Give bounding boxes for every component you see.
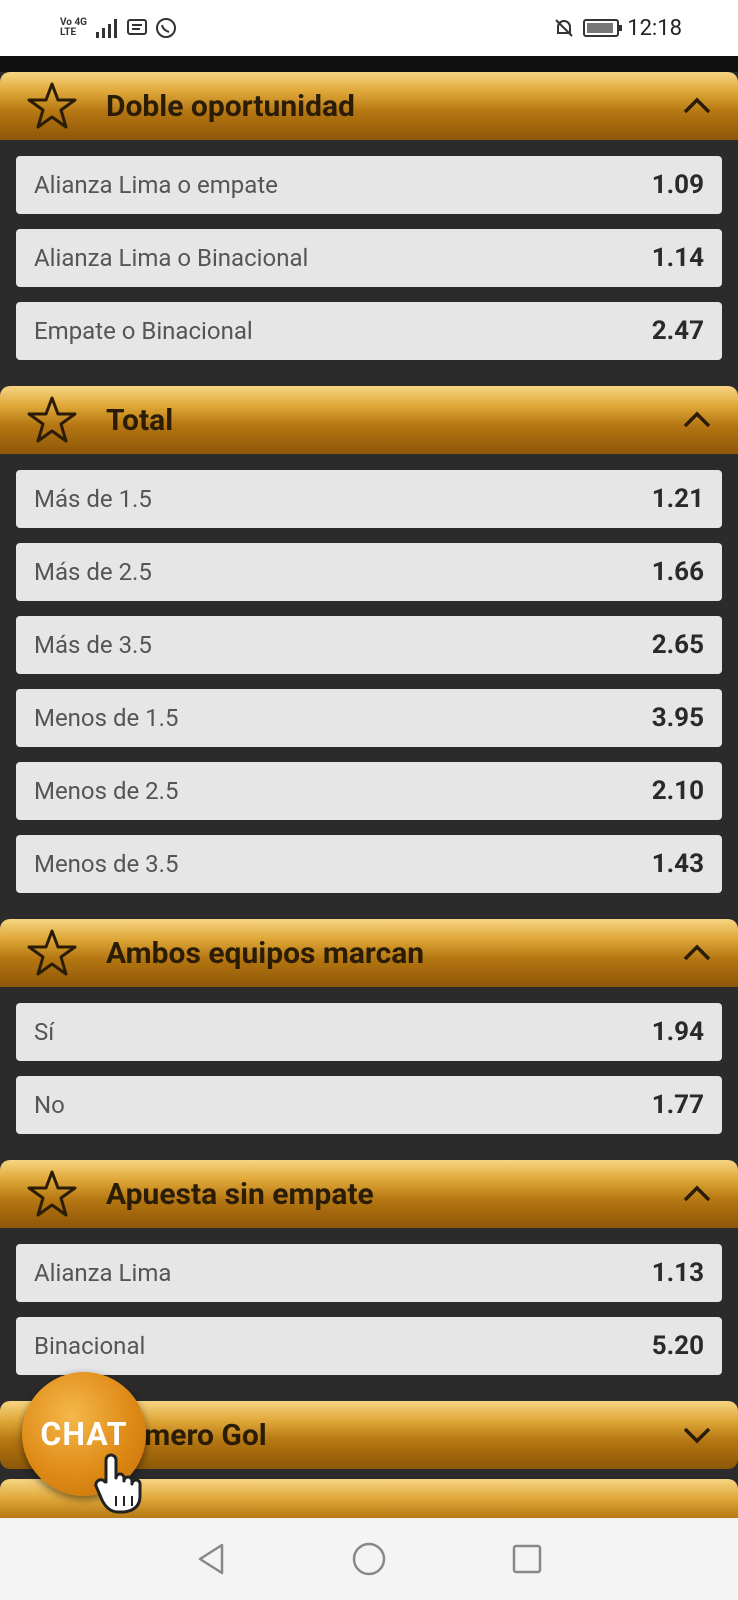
odds-label: Empate o Binacional: [34, 317, 253, 345]
odds-value: 3.95: [651, 703, 704, 733]
status-right: 12:18: [553, 16, 682, 41]
market-section-doble-oportunidad: Doble oportunidad Alianza Lima o empate …: [0, 72, 738, 376]
odds-value: 1.14: [651, 243, 704, 273]
odds-row[interactable]: Más de 3.5 2.65: [16, 616, 722, 674]
odds-label: Alianza Lima o Binacional: [34, 244, 309, 272]
clock: 12:18: [627, 15, 682, 41]
odds-label: Menos de 1.5: [34, 704, 179, 732]
section-title: Doble oportunidad: [106, 88, 355, 124]
recents-icon[interactable]: [508, 1540, 546, 1578]
section-header[interactable]: Apuesta sin empate: [0, 1160, 738, 1228]
section-body: Alianza Lima o empate 1.09 Alianza Lima …: [0, 140, 738, 376]
odds-label: Alianza Lima: [34, 1259, 172, 1287]
odds-row[interactable]: Más de 2.5 1.66: [16, 543, 722, 601]
odds-value: 2.47: [651, 316, 704, 346]
odds-value: 1.09: [651, 170, 704, 200]
odds-label: Alianza Lima o empate: [34, 171, 278, 199]
chevron-down-icon[interactable]: [680, 1418, 714, 1452]
odds-value: 1.94: [651, 1017, 704, 1047]
market-section-apuesta-sin-empate: Apuesta sin empate Alianza Lima 1.13 Bin…: [0, 1160, 738, 1391]
chevron-up-icon[interactable]: [680, 403, 714, 437]
signal-icon: [96, 19, 117, 38]
odds-label: No: [34, 1091, 65, 1119]
top-strip: [0, 56, 738, 72]
odds-row[interactable]: Menos de 1.5 3.95: [16, 689, 722, 747]
odds-label: Sí: [34, 1018, 55, 1046]
odds-row[interactable]: Alianza Lima o empate 1.09: [16, 156, 722, 214]
section-header[interactable]: Doble oportunidad: [0, 72, 738, 140]
odds-row[interactable]: Menos de 3.5 1.43: [16, 835, 722, 893]
odds-value: 1.43: [651, 849, 704, 879]
odds-value: 1.13: [651, 1258, 704, 1288]
odds-row[interactable]: Alianza Lima 1.13: [16, 1244, 722, 1302]
section-body: Más de 1.5 1.21 Más de 2.5 1.66 Más de 3…: [0, 454, 738, 909]
bell-muted-icon: [555, 19, 573, 37]
odds-value: 1.66: [651, 557, 704, 587]
star-favorite-icon[interactable]: [26, 1168, 78, 1220]
section-body: Sí 1.94 No 1.77: [0, 987, 738, 1150]
section-body: Alianza Lima 1.13 Binacional 5.20: [0, 1228, 738, 1391]
chevron-up-icon[interactable]: [680, 89, 714, 123]
market-section-ambos-equipos-marcan: Ambos equipos marcan Sí 1.94 No 1.77: [0, 919, 738, 1150]
markets-list[interactable]: Doble oportunidad Alianza Lima o empate …: [0, 56, 738, 1518]
odds-row[interactable]: Sí 1.94: [16, 1003, 722, 1061]
odds-label: Más de 1.5: [34, 485, 152, 513]
odds-label: Menos de 3.5: [34, 850, 179, 878]
section-title: Total: [106, 402, 174, 438]
network-indicator: Vo 4G LTE: [60, 18, 87, 38]
odds-row[interactable]: No 1.77: [16, 1076, 722, 1134]
whatsapp-icon: [156, 18, 176, 38]
star-favorite-icon[interactable]: [26, 80, 78, 132]
status-left: Vo 4G LTE: [60, 17, 177, 39]
star-favorite-icon[interactable]: [26, 927, 78, 979]
status-bar: Vo 4G LTE 12:18: [0, 0, 738, 56]
odds-row[interactable]: Binacional 5.20: [16, 1317, 722, 1375]
odds-row[interactable]: Empate o Binacional 2.47: [16, 302, 722, 360]
chevron-up-icon[interactable]: [680, 1177, 714, 1211]
chevron-up-icon[interactable]: [680, 936, 714, 970]
market-section-total: Total Más de 1.5 1.21 Más de 2.5 1.66 Má…: [0, 386, 738, 909]
odds-row[interactable]: Más de 1.5 1.21: [16, 470, 722, 528]
odds-value: 2.10: [651, 776, 704, 806]
back-icon[interactable]: [192, 1540, 230, 1578]
odds-label: Binacional: [34, 1332, 146, 1360]
odds-value: 5.20: [651, 1331, 704, 1361]
odds-row[interactable]: Menos de 2.5 2.10: [16, 762, 722, 820]
star-favorite-icon[interactable]: [26, 394, 78, 446]
section-header[interactable]: Total: [0, 386, 738, 454]
chat-label: CHAT: [40, 1415, 128, 1453]
odds-label: Menos de 2.5: [34, 777, 179, 805]
section-header[interactable]: Ambos equipos marcan: [0, 919, 738, 987]
network-bottom: LTE: [60, 27, 77, 38]
pointer-hand-icon: [94, 1453, 142, 1514]
odds-label: Más de 3.5: [34, 631, 152, 659]
section-title: Primero Gol: [106, 1417, 267, 1453]
android-nav-bar: [0, 1518, 738, 1600]
section-title: Apuesta sin empate: [106, 1176, 374, 1212]
battery-icon: [583, 19, 623, 37]
odds-row[interactable]: Alianza Lima o Binacional 1.14: [16, 229, 722, 287]
odds-label: Más de 2.5: [34, 558, 152, 586]
home-icon[interactable]: [350, 1540, 388, 1578]
odds-value: 2.65: [651, 630, 704, 660]
message-icon: [127, 19, 147, 35]
odds-value: 1.21: [651, 484, 704, 514]
odds-value: 1.77: [651, 1090, 704, 1120]
section-title: Ambos equipos marcan: [106, 935, 425, 971]
